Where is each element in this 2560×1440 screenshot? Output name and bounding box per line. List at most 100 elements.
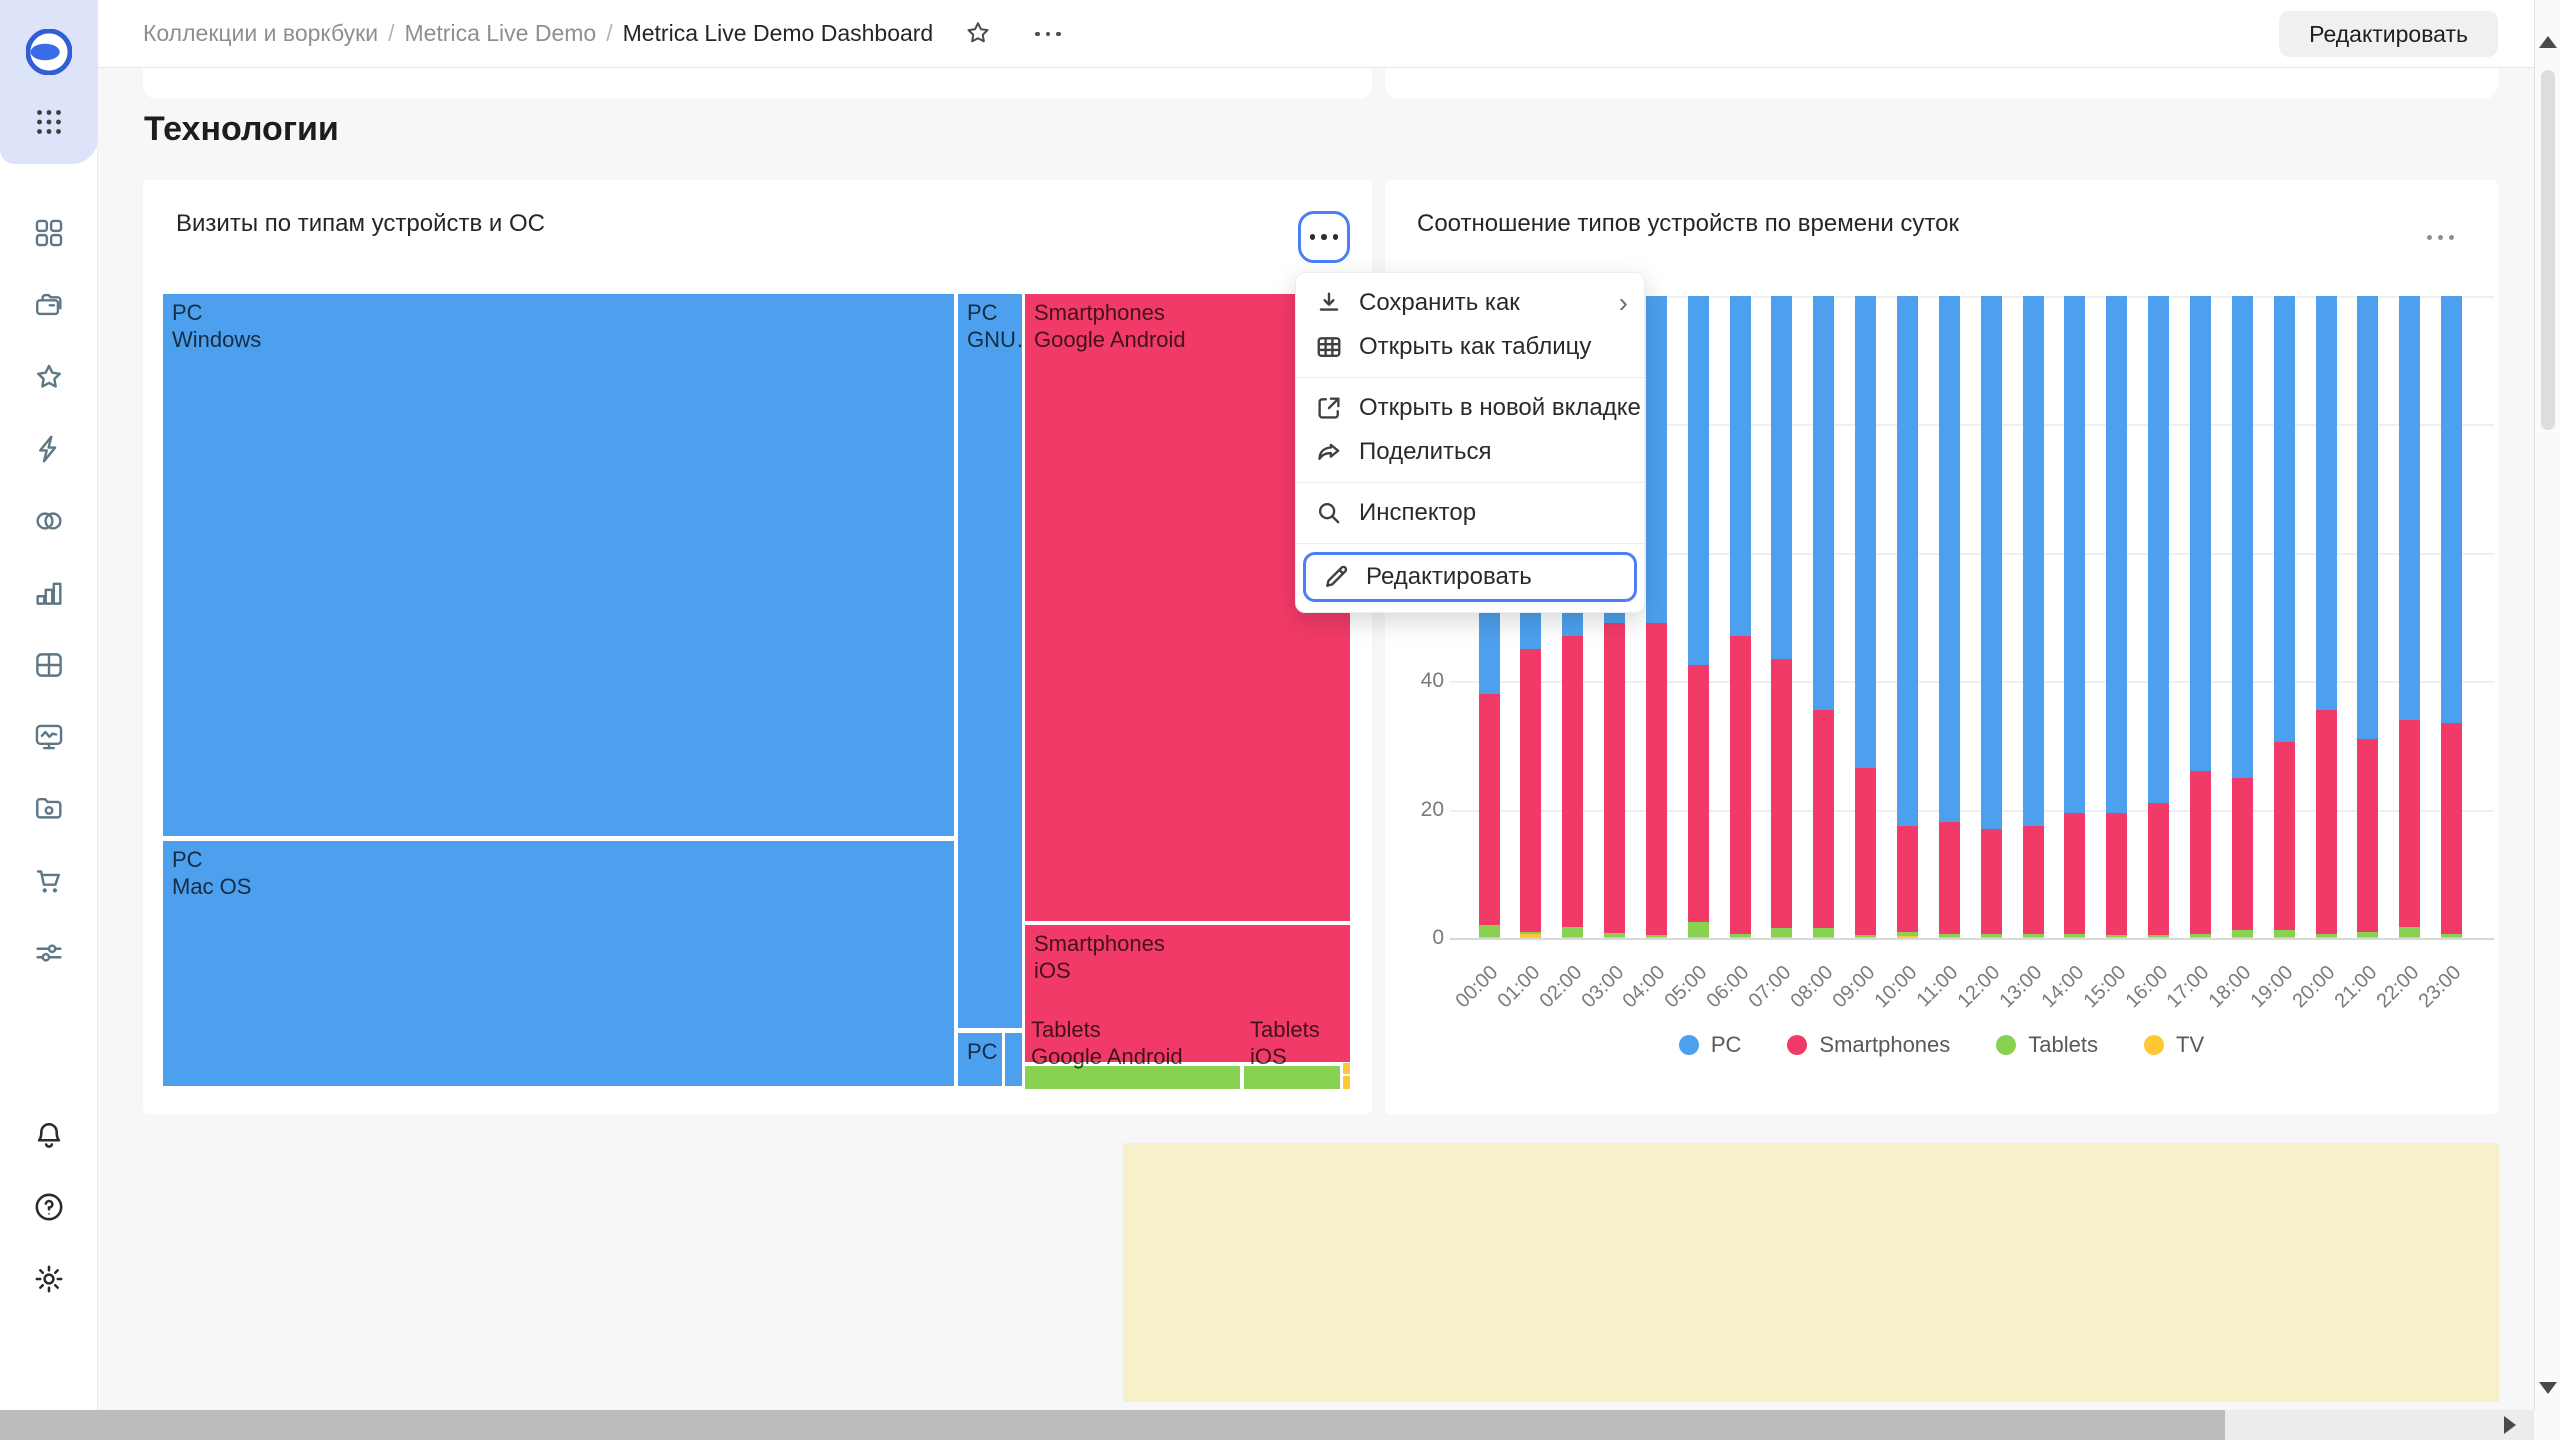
bar-segment-smartphones[interactable] — [1897, 826, 1918, 933]
bar-segment-pc[interactable] — [1730, 296, 1751, 636]
collections-icon[interactable] — [32, 216, 66, 250]
favorites-star-icon[interactable] — [32, 360, 66, 394]
connections-lightning-icon[interactable] — [32, 432, 66, 466]
datasets-circles-icon[interactable] — [32, 504, 66, 538]
treemap-tile-pc-gnu[interactable]: PCGNU… — [958, 294, 1022, 1028]
bar-segment-tv[interactable] — [1688, 937, 1709, 938]
bar-segment-tablets[interactable] — [2106, 935, 2127, 937]
bar-segment-pc[interactable] — [1813, 296, 1834, 710]
menu-item-external-link[interactable]: Открыть в новой вкладке — [1296, 386, 1644, 430]
legend-item-tablets[interactable]: Tablets — [1996, 1032, 2098, 1058]
bar-segment-tablets[interactable] — [2274, 930, 2295, 936]
bar-segment-tablets[interactable] — [2023, 934, 2044, 937]
bar-segment-smartphones[interactable] — [2023, 826, 2044, 934]
bar-segment-tablets[interactable] — [1604, 933, 1625, 937]
bar-segment-tv[interactable] — [1897, 936, 1918, 938]
bar-segment-pc[interactable] — [2023, 296, 2044, 826]
bar-segment-tv[interactable] — [2023, 937, 2044, 938]
bar-segment-tv[interactable] — [1730, 937, 1751, 938]
bar-segment-pc[interactable] — [1897, 296, 1918, 826]
storage-folder-icon[interactable] — [32, 792, 66, 826]
menu-item-pencil[interactable]: Редактировать — [1306, 555, 1634, 599]
bar-segment-tv[interactable] — [2064, 937, 2085, 938]
bar-segment-tablets[interactable] — [2232, 930, 2253, 936]
bar-segment-tablets[interactable] — [1771, 928, 1792, 937]
breadcrumb-collections[interactable]: Коллекции и воркбуки — [143, 20, 378, 46]
bar-segment-pc[interactable] — [1771, 296, 1792, 659]
bar-segment-pc[interactable] — [1646, 296, 1667, 623]
bar-segment-tv[interactable] — [1562, 937, 1583, 938]
apps-grid-icon[interactable] — [32, 105, 66, 139]
bar-segment-smartphones[interactable] — [1646, 623, 1667, 934]
bar-segment-tv[interactable] — [2190, 937, 2211, 938]
treemap-widget-menu-icon[interactable] — [1298, 211, 1350, 263]
bar-segment-tablets[interactable] — [1855, 935, 1876, 936]
bar-segment-pc[interactable] — [2232, 296, 2253, 778]
favorite-star-icon[interactable] — [958, 14, 998, 54]
horizontal-scroll-thumb[interactable] — [0, 1410, 2225, 1440]
dashboard-more-menu-icon[interactable] — [1028, 16, 1068, 52]
bar-segment-tv[interactable] — [2441, 937, 2462, 938]
menu-item-table[interactable]: Открыть как таблицу — [1296, 325, 1644, 369]
bar-segment-smartphones[interactable] — [2190, 771, 2211, 933]
bar-segment-tablets[interactable] — [2357, 932, 2378, 937]
bar-segment-smartphones[interactable] — [2106, 813, 2127, 935]
bar-segment-tablets[interactable] — [1562, 927, 1583, 937]
bar-segment-pc[interactable] — [2441, 296, 2462, 723]
vertical-scrollbar[interactable] — [2534, 0, 2560, 1410]
marketplace-cart-icon[interactable] — [32, 864, 66, 898]
treemap-tile-pc-small[interactable]: PC — [958, 1033, 1002, 1086]
bar-segment-tv[interactable] — [1771, 937, 1792, 938]
edit-dashboard-button[interactable]: Редактировать — [2279, 11, 2498, 57]
horizontal-scrollbar[interactable] — [0, 1410, 2534, 1440]
tables-grid-icon[interactable] — [32, 648, 66, 682]
bar-segment-tablets[interactable] — [2441, 934, 2462, 937]
bar-segment-smartphones[interactable] — [1604, 623, 1625, 932]
bar-segment-tv[interactable] — [2106, 937, 2127, 938]
bar-segment-smartphones[interactable] — [1981, 829, 2002, 934]
bar-segment-pc[interactable] — [1981, 296, 2002, 829]
bar-segment-tv[interactable] — [1981, 937, 2002, 938]
treemap-tile-pc-tiny[interactable] — [1005, 1033, 1022, 1086]
bar-segment-smartphones[interactable] — [2316, 710, 2337, 933]
treemap-tile-tv-1[interactable] — [1343, 1063, 1350, 1074]
bar-segment-tablets[interactable] — [1981, 934, 2002, 937]
bar-segment-tablets[interactable] — [2190, 934, 2211, 937]
bar-segment-smartphones[interactable] — [2357, 739, 2378, 932]
legend-item-smartphones[interactable]: Smartphones — [1787, 1032, 1950, 1058]
bar-segment-tv[interactable] — [2316, 937, 2337, 938]
scroll-up-icon[interactable] — [2539, 36, 2557, 48]
treemap-tile-pc-windows[interactable]: PCWindows — [163, 294, 954, 836]
bar-segment-pc[interactable] — [2316, 296, 2337, 710]
bar-segment-smartphones[interactable] — [1855, 768, 1876, 936]
legend-item-pc[interactable]: PC — [1679, 1032, 1742, 1058]
bar-segment-smartphones[interactable] — [2274, 742, 2295, 930]
bar-segment-tablets[interactable] — [2148, 935, 2169, 937]
bar-segment-tablets[interactable] — [1939, 934, 1960, 937]
bar-segment-tv[interactable] — [2399, 937, 2420, 938]
bar-segment-smartphones[interactable] — [1479, 694, 1500, 925]
bar-segment-pc[interactable] — [1688, 296, 1709, 665]
bar-segment-smartphones[interactable] — [2064, 813, 2085, 934]
bar-segment-tv[interactable] — [1646, 937, 1667, 938]
bar-segment-smartphones[interactable] — [1562, 636, 1583, 927]
bar-segment-smartphones[interactable] — [1730, 636, 1751, 933]
bar-segment-tablets[interactable] — [2399, 927, 2420, 937]
help-question-icon[interactable] — [32, 1190, 66, 1224]
bar-segment-tv[interactable] — [1813, 937, 1834, 938]
bar-segment-tablets[interactable] — [1688, 922, 1709, 937]
bar-segment-pc[interactable] — [2399, 296, 2420, 720]
charts-bars-icon[interactable] — [32, 576, 66, 610]
bar-segment-pc[interactable] — [2274, 296, 2295, 742]
bars-widget-menu-icon[interactable] — [2416, 216, 2464, 258]
bar-segment-tablets[interactable] — [2316, 934, 2337, 937]
bar-segment-smartphones[interactable] — [1813, 710, 1834, 928]
bar-segment-smartphones[interactable] — [1688, 665, 1709, 922]
bar-segment-smartphones[interactable] — [1520, 649, 1541, 931]
datalens-logo[interactable] — [26, 29, 72, 75]
bar-segment-tablets[interactable] — [1520, 932, 1541, 934]
bar-segment-tablets[interactable] — [1479, 925, 1500, 937]
bar-segment-tv[interactable] — [1939, 937, 1960, 938]
bar-segment-smartphones[interactable] — [2441, 723, 2462, 934]
menu-item-share[interactable]: Поделиться — [1296, 430, 1644, 474]
